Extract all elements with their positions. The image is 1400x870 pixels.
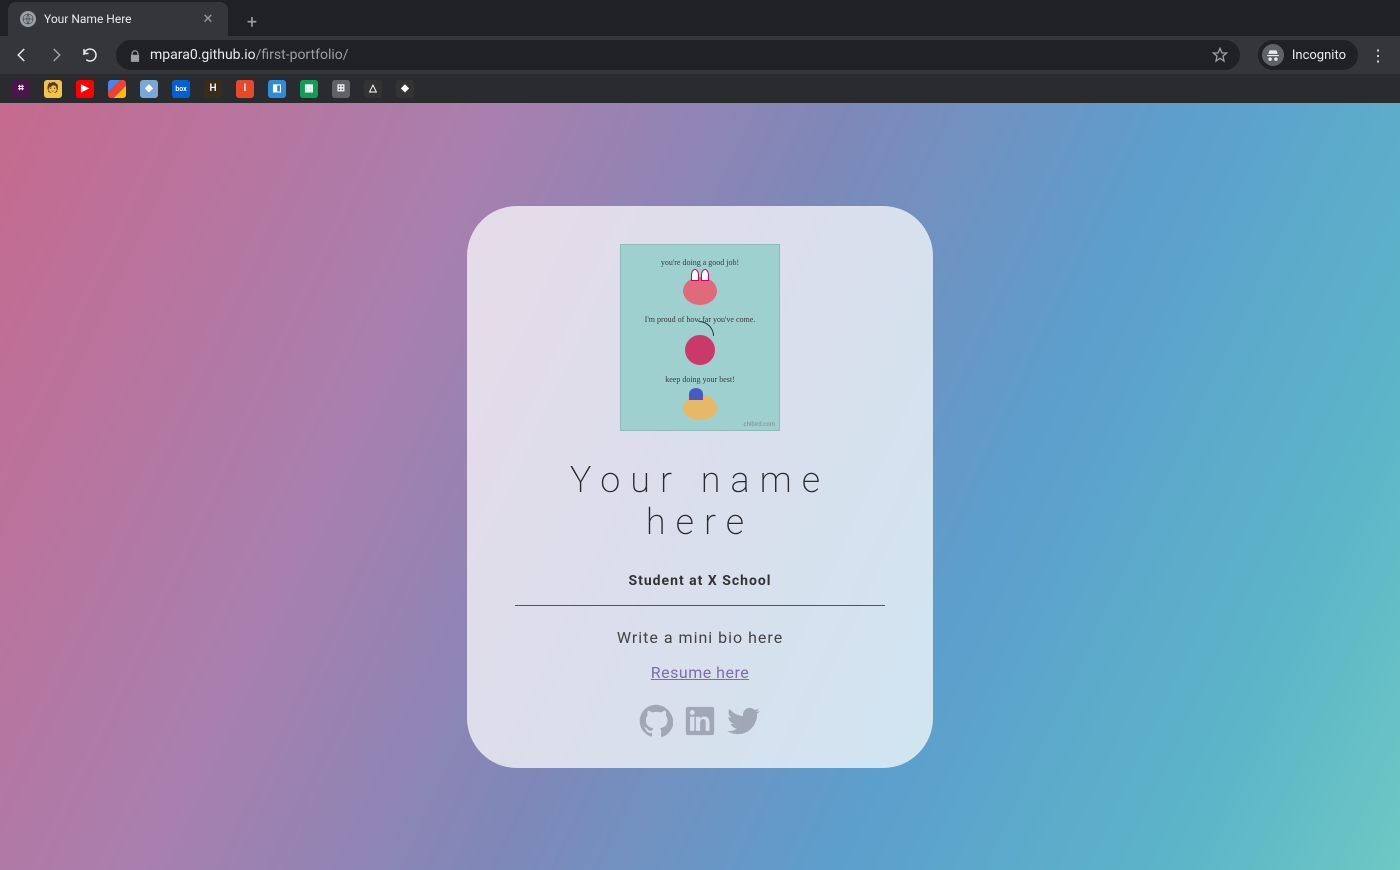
address-bar[interactable]: mpara0.github.io/first-portfolio/ [116,40,1240,70]
forward-button[interactable] [42,41,70,69]
globe-icon [20,11,36,27]
tab-title: Your Name Here [44,12,192,26]
incognito-icon [1262,44,1284,66]
portfolio-card: you're doing a good job! I'm proud of ho… [467,206,933,768]
incognito-label: Incognito [1292,48,1346,63]
social-links [639,704,761,738]
hero-credit: chibird.com [744,421,776,428]
divider [515,605,885,606]
linkedin-icon[interactable] [683,704,717,738]
bookmark-illinois[interactable]: I [236,80,254,98]
bookmark-grid[interactable]: ⊞ [332,80,350,98]
close-icon[interactable]: ✕ [200,11,216,27]
reload-button[interactable] [76,41,104,69]
bookmark-emoji[interactable]: 🧑 [44,80,62,98]
tab-strip: Your Name Here ✕ + [0,0,1400,36]
browser-tab[interactable]: Your Name Here ✕ [8,2,228,36]
strawberry-icon [683,277,717,305]
back-button[interactable] [8,41,36,69]
bookmark-star-icon[interactable] [1212,47,1228,63]
name-heading: Your name here [507,459,893,543]
bio-text: Write a mini bio here [617,628,783,647]
bread-icon [683,394,717,420]
new-tab-button[interactable]: + [238,8,266,36]
bookmarks-bar: ⌗ 🧑 ▶ ◆ box H I ◧ ▦ ⊞ △ ◆ [0,74,1400,103]
cherry-icon [685,335,715,365]
browser-chrome: Your Name Here ✕ + mpara0.github.io/firs… [0,0,1400,103]
resume-link[interactable]: Resume here [651,663,749,682]
bookmark-slack[interactable]: ⌗ [12,80,30,98]
url-path: /first-portfolio/ [256,47,349,63]
bookmark-other[interactable]: ◆ [396,80,414,98]
hero-image: you're doing a good job! I'm proud of ho… [620,244,780,431]
url-text: mpara0.github.io/first-portfolio/ [150,47,349,63]
kebab-menu-icon[interactable]: ⋮ [1364,41,1392,69]
bookmark-drive[interactable]: △ [364,80,382,98]
hero-line-1: you're doing a good job! [661,258,739,267]
bookmark-trello[interactable]: ◧ [268,80,286,98]
bookmark-youtube[interactable]: ▶ [76,80,94,98]
page-viewport: you're doing a good job! I'm proud of ho… [0,103,1400,870]
bookmark-sheets[interactable]: ▦ [300,80,318,98]
bookmark-photos[interactable] [108,80,126,98]
incognito-chip[interactable]: Incognito [1258,40,1358,70]
url-host: mpara0.github.io [150,47,256,63]
hero-line-3: keep doing your best! [665,375,735,384]
bookmark-box[interactable]: box [172,80,190,98]
bookmark-cloud[interactable]: ◆ [140,80,158,98]
subtitle: Student at X School [628,573,771,589]
twitter-icon[interactable] [727,704,761,738]
toolbar: mpara0.github.io/first-portfolio/ Incogn… [0,36,1400,74]
lock-icon [128,48,142,62]
github-icon[interactable] [639,704,673,738]
bookmark-help[interactable]: H [204,80,222,98]
